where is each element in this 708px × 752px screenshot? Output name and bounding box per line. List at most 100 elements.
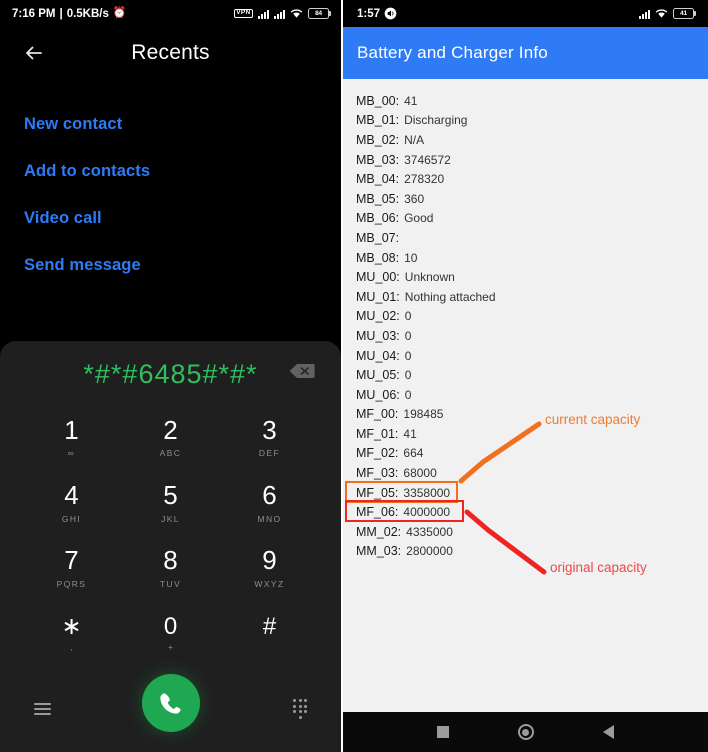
info-value: 0 <box>404 328 412 343</box>
dialpad-key-star[interactable]: ∗ , <box>22 601 121 666</box>
dialer-sheet: *#*#6485#*#* 1 ∞ 2 ABC 3 DEF 4 GHI 5 JKL… <box>0 341 341 752</box>
info-value: 278320 <box>404 172 445 187</box>
info-value: 4000000 <box>403 505 451 520</box>
info-key: MB_04: <box>356 172 400 187</box>
status-bar-left-group: 7:16 PM | 0.5KB/s ⏰ <box>12 8 127 20</box>
info-row: MF_02: 664 <box>353 444 708 464</box>
info-key: MB_01: <box>356 113 400 128</box>
info-row-original-capacity: MF_06: 4000000 <box>353 502 708 522</box>
dialpad-key-9[interactable]: 9 WXYZ <box>220 536 319 601</box>
status-time: 7:16 PM <box>12 7 56 20</box>
key-sublabel: DEF <box>258 448 281 459</box>
info-value: Nothing attached <box>404 289 496 304</box>
info-key: MB_05: <box>356 191 400 206</box>
info-value: 68000 <box>403 466 437 481</box>
info-key: MB_08: <box>356 250 400 265</box>
dialed-number-field[interactable]: *#*#6485#*#* <box>83 359 257 390</box>
battery-icon: 84 <box>308 8 331 19</box>
key-digit: 8 <box>163 545 178 576</box>
info-key: MU_02: <box>356 309 400 324</box>
key-digit: 4 <box>64 480 79 511</box>
key-digit: 2 <box>163 414 178 445</box>
info-row: MF_00: 198485 <box>353 405 708 425</box>
info-value: 664 <box>403 446 424 461</box>
dialpad-key-7[interactable]: 7 PQRS <box>22 536 121 601</box>
dialpad-key-6[interactable]: 6 MNO <box>220 470 319 535</box>
info-key: MF_00: <box>356 407 399 422</box>
info-key: MF_01: <box>356 426 399 441</box>
annotation-current-capacity: current capacity <box>545 412 641 427</box>
dialpad-icon[interactable] <box>293 699 307 719</box>
triangle-back-icon[interactable] <box>602 725 614 739</box>
menu-item-video-call[interactable]: Video call <box>24 195 341 242</box>
dialpad-key-0[interactable]: 0 + <box>121 601 220 666</box>
wifi-icon <box>290 8 303 19</box>
info-row: MU_05: 0 <box>353 365 708 385</box>
info-row: MF_01: 41 <box>353 424 708 444</box>
app-title: Battery and Charger Info <box>357 43 548 62</box>
info-row: MB_03: 3746572 <box>353 150 708 170</box>
info-value: Good <box>404 211 434 226</box>
info-row: MB_05: 360 <box>353 189 708 209</box>
dialpad-key-5[interactable]: 5 JKL <box>121 470 220 535</box>
dialpad-key-8[interactable]: 8 TUV <box>121 536 220 601</box>
back-arrow-icon[interactable] <box>22 41 46 65</box>
key-digit: 5 <box>163 480 178 511</box>
dialpad-keypad: 1 ∞ 2 ABC 3 DEF 4 GHI 5 JKL 6 MNO 7 PQRS… <box>0 401 341 666</box>
battery-level: 84 <box>308 8 329 19</box>
page-title: Recents <box>131 41 210 64</box>
info-key: MM_03: <box>356 544 402 559</box>
info-key: MF_02: <box>356 446 399 461</box>
menu-item-add-to-contacts[interactable]: Add to contacts <box>24 148 341 195</box>
key-digit: ∗ <box>61 612 82 640</box>
dialpad-key-4[interactable]: 4 GHI <box>22 470 121 535</box>
info-row: MM_02: 4335000 <box>353 522 708 542</box>
status-bar-left-group: 1:57 <box>357 7 397 20</box>
info-row: MM_03: 2800000 <box>353 542 708 562</box>
menu-item-send-message[interactable]: Send message <box>24 242 341 289</box>
alarm-icon: ⏰ <box>112 7 127 19</box>
info-value: 4335000 <box>406 524 453 539</box>
dialpad-key-hash[interactable]: # <box>220 601 319 666</box>
key-digit: 3 <box>262 414 277 445</box>
dialpad-key-3[interactable]: 3 DEF <box>220 405 319 470</box>
key-digit: 9 <box>262 545 277 576</box>
info-row: MU_02: 0 <box>353 307 708 327</box>
key-sublabel: MNO <box>257 513 282 524</box>
left-phone-screen: 7:16 PM | 0.5KB/s ⏰ VPN 84 Recents New c… <box>0 0 343 752</box>
wifi-icon <box>655 8 668 19</box>
info-value: 0 <box>404 348 412 363</box>
menu-item-new-contact[interactable]: New contact <box>24 101 341 148</box>
info-row: MU_04: 0 <box>353 346 708 366</box>
info-row: MU_01: Nothing attached <box>353 287 708 307</box>
info-key: MF_06: <box>356 505 399 520</box>
info-value: N/A <box>404 132 425 147</box>
backspace-icon[interactable] <box>289 363 315 379</box>
key-sublabel: + <box>168 642 173 652</box>
right-status-bar: 1:57 41 <box>343 0 708 27</box>
android-navigation-bar <box>343 712 708 752</box>
info-value: 360 <box>404 191 425 206</box>
key-digit: # <box>262 612 277 640</box>
right-app-bar: Battery and Charger Info <box>343 27 708 79</box>
info-value: 0 <box>404 309 412 324</box>
call-button[interactable] <box>141 674 200 732</box>
info-value: 41 <box>403 426 417 441</box>
info-key: MB_03: <box>356 152 400 167</box>
info-row: MF_03: 68000 <box>353 463 708 483</box>
info-key: MB_02: <box>356 132 400 147</box>
hamburger-menu-icon[interactable] <box>34 703 51 715</box>
dual-screenshot-container: 7:16 PM | 0.5KB/s ⏰ VPN 84 Recents New c… <box>0 0 708 752</box>
dialpad-key-2[interactable]: 2 ABC <box>121 405 220 470</box>
info-row: MB_00: 41 <box>353 91 708 111</box>
info-key: MF_05: <box>356 485 399 500</box>
dialpad-key-1[interactable]: 1 ∞ <box>22 405 121 470</box>
circle-home-icon[interactable] <box>517 724 534 740</box>
annotation-original-capacity: original capacity <box>550 560 647 575</box>
info-value: 0 <box>404 368 412 383</box>
signal-bars-icon <box>258 9 269 19</box>
status-separator: | <box>59 7 63 20</box>
info-row: MU_00: Unknown <box>353 267 708 287</box>
info-row: MB_08: 10 <box>353 248 708 268</box>
square-recents-icon[interactable] <box>437 726 450 738</box>
